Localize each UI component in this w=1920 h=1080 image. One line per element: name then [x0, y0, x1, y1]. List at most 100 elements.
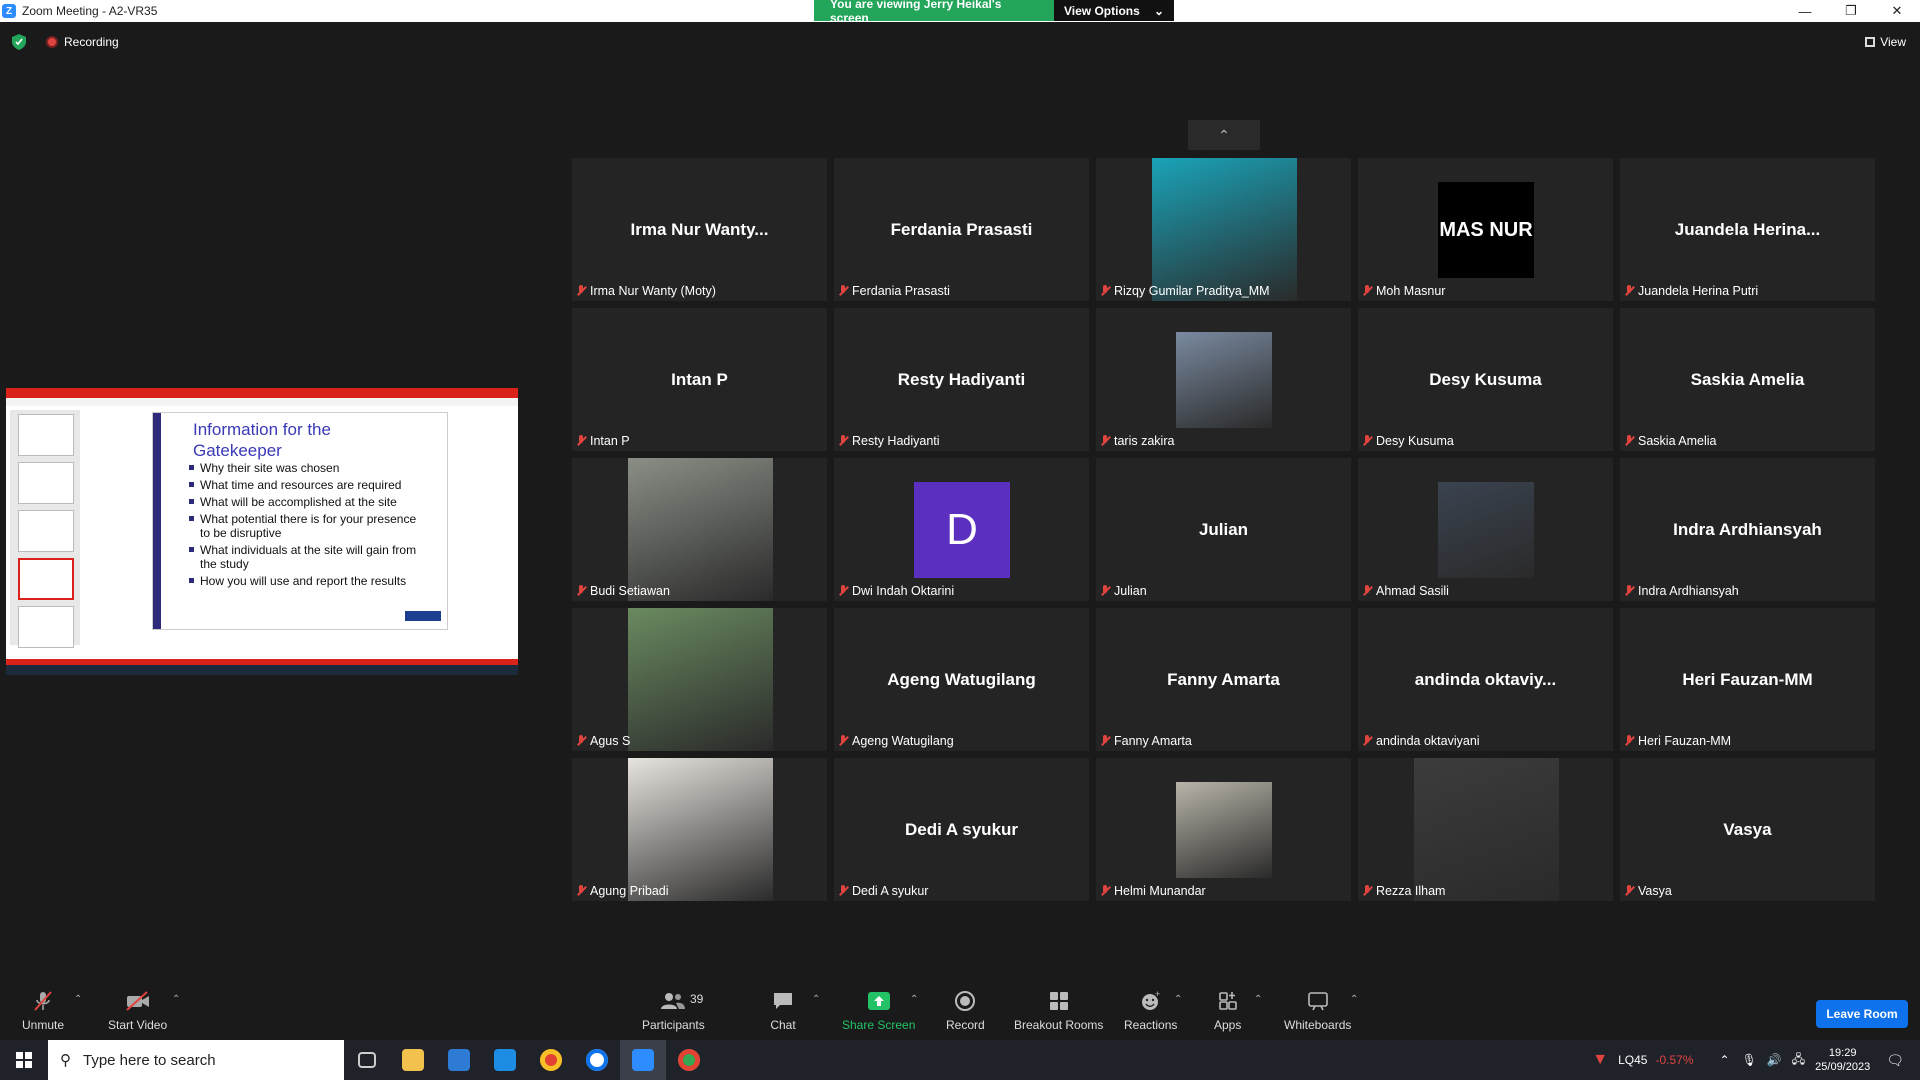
taskbar-search-box[interactable]: ⚲ Type here to search	[48, 1040, 344, 1080]
audio-options-chevron-icon[interactable]: ⌃	[74, 994, 82, 1005]
clock-time: 19:29	[1828, 1047, 1857, 1059]
reactions-chevron-icon[interactable]: ⌃	[1174, 994, 1182, 1005]
microphone-muted-icon	[30, 990, 56, 1012]
unmute-button[interactable]: Unmute	[22, 990, 64, 1032]
apps-button[interactable]: Apps	[1214, 990, 1241, 1032]
participant-name: Ahmad Sasili	[1376, 584, 1449, 598]
ticker-change: -0.57%	[1655, 1053, 1694, 1067]
participant-photo	[1414, 758, 1559, 901]
participant-tile[interactable]: taris zakira	[1096, 308, 1351, 451]
participant-tile[interactable]: Budi Setiawan	[572, 458, 827, 601]
security-shield-icon[interactable]	[12, 34, 26, 50]
file-explorer-button[interactable]	[390, 1040, 436, 1080]
windows-start-button[interactable]	[0, 1040, 48, 1080]
apps-label: Apps	[1214, 1018, 1242, 1032]
participant-tile[interactable]: Desy Kusuma Desy Kusuma	[1358, 308, 1613, 451]
task-view-button[interactable]	[344, 1040, 390, 1080]
participant-tile[interactable]: Ageng Watugilang Ageng Watugilang	[834, 608, 1089, 751]
participant-name: Ageng Watugilang	[852, 734, 954, 748]
participant-tile[interactable]: Heri Fauzan-MM Heri Fauzan-MM	[1620, 608, 1875, 751]
start-video-button[interactable]: Start Video	[108, 990, 167, 1032]
microphone-icon[interactable]: 🎙	[1742, 1053, 1757, 1067]
participant-tile[interactable]: Fanny Amarta Fanny Amarta	[1096, 608, 1351, 751]
share-screen-button[interactable]: Share Screen	[842, 990, 915, 1032]
participant-tile[interactable]: Resty Hadiyanti Resty Hadiyanti	[834, 308, 1089, 451]
muted-mic-icon	[838, 435, 848, 447]
participant-tile[interactable]: Saskia Amelia Saskia Amelia	[1620, 308, 1875, 451]
participant-tile[interactable]: Indra Ardhiansyah Indra Ardhiansyah	[1620, 458, 1875, 601]
participant-tile[interactable]: Ahmad Sasili	[1358, 458, 1613, 601]
participant-tile[interactable]: Dedi A syukur Dedi A syukur	[834, 758, 1089, 901]
participant-name: Agung Pribadi	[590, 884, 669, 898]
participant-tile[interactable]: Rezza Ilham	[1358, 758, 1613, 901]
participant-tile[interactable]: Rizqy Gumilar Praditya_MM	[1096, 158, 1351, 301]
view-options-label: View Options	[1064, 3, 1140, 18]
minimize-button[interactable]: —	[1782, 0, 1828, 22]
svg-text:+: +	[1155, 990, 1160, 999]
participant-tile[interactable]: Agung Pribadi	[572, 758, 827, 901]
participant-tile[interactable]: MAS NUR Moh Masnur	[1358, 158, 1613, 301]
view-button[interactable]: View	[1865, 35, 1906, 49]
apps-chevron-icon[interactable]: ⌃	[1254, 994, 1262, 1005]
taskbar-clock[interactable]: 19:29 25/09/2023	[1815, 1046, 1870, 1074]
breakout-rooms-button[interactable]: Breakout Rooms	[1014, 990, 1103, 1032]
chrome-button[interactable]	[528, 1040, 574, 1080]
chrome-profile-button[interactable]	[666, 1040, 712, 1080]
chat-options-chevron-icon[interactable]: ⌃	[812, 994, 820, 1005]
store-button[interactable]	[436, 1040, 482, 1080]
chat-button[interactable]: Chat	[770, 990, 796, 1032]
slide-bullet: Why their site was chosen	[189, 461, 429, 475]
ppt-title-ribbon	[6, 388, 518, 398]
muted-mic-icon	[1624, 885, 1634, 897]
participant-tile[interactable]: Julian Julian	[1096, 458, 1351, 601]
participant-name-tag: Helmi Munandar	[1100, 883, 1206, 899]
participant-tile[interactable]: Helmi Munandar	[1096, 758, 1351, 901]
participant-tile[interactable]: Vasya Vasya	[1620, 758, 1875, 901]
participant-avatar-letter: D	[914, 482, 1010, 578]
close-button[interactable]: ✕	[1874, 0, 1920, 22]
participant-tile[interactable]: andinda oktaviy... andinda oktaviyani	[1358, 608, 1613, 751]
muted-mic-icon	[576, 585, 586, 597]
participant-tile[interactable]: Juandela Herina... Juandela Herina Putri	[1620, 158, 1875, 301]
reactions-button[interactable]: + Reactions	[1124, 990, 1177, 1032]
mail-icon	[494, 1049, 516, 1071]
whiteboards-chevron-icon[interactable]: ⌃	[1350, 994, 1358, 1005]
shared-screen[interactable]: Information for the Gatekeeper Why their…	[6, 388, 518, 675]
participant-tile[interactable]: Intan P Intan P	[572, 308, 827, 451]
mail-button[interactable]	[482, 1040, 528, 1080]
participant-display-name: Ageng Watugilang	[887, 669, 1036, 689]
leave-room-button[interactable]: Leave Room	[1816, 1000, 1908, 1028]
participant-photo	[628, 458, 773, 601]
collapse-gallery-button[interactable]: ⌃	[1188, 120, 1260, 150]
clock-date: 25/09/2023	[1815, 1061, 1871, 1073]
unmute-label: Unmute	[22, 1018, 65, 1032]
record-button[interactable]: Record	[946, 990, 985, 1032]
chat-bubble-icon	[770, 990, 796, 1012]
share-options-chevron-icon[interactable]: ⌃	[910, 994, 918, 1005]
network-icon[interactable]: 🖧	[1792, 1050, 1805, 1071]
whiteboards-button[interactable]: Whiteboards	[1284, 990, 1351, 1032]
muted-mic-icon	[1362, 435, 1372, 447]
system-tray: ▼ LQ45 -0.57% ⌃ 🎙 🔊 🖧 19:29 25/09/2023 🗨	[1592, 1040, 1920, 1080]
recording-indicator[interactable]: Recording	[46, 35, 119, 49]
notifications-icon[interactable]: 🗨	[1886, 1052, 1904, 1069]
participant-name-tag: andinda oktaviyani	[1362, 733, 1480, 749]
participant-photo	[1176, 782, 1272, 878]
participant-tile[interactable]: Ferdania Prasasti Ferdania Prasasti	[834, 158, 1089, 301]
participant-tile[interactable]: D Dwi Indah Oktarini	[834, 458, 1089, 601]
zoom-taskbar-button[interactable]	[620, 1040, 666, 1080]
view-options-button[interactable]: View Options ⌄	[1054, 0, 1174, 21]
video-options-chevron-icon[interactable]: ⌃	[172, 994, 180, 1005]
teamviewer-button[interactable]	[574, 1040, 620, 1080]
muted-mic-icon	[838, 735, 848, 747]
ppt-slide: Information for the Gatekeeper Why their…	[152, 412, 448, 630]
participant-tile[interactable]: Agus S	[572, 608, 827, 751]
tray-chevron-icon[interactable]: ⌃	[1720, 1053, 1730, 1067]
muted-mic-icon	[1362, 735, 1372, 747]
search-icon: ⚲	[60, 1052, 71, 1069]
speaker-icon[interactable]: 🔊	[1767, 1053, 1782, 1067]
muted-mic-icon	[1100, 585, 1110, 597]
maximize-button[interactable]: ❐	[1828, 0, 1874, 22]
zoom-logo-icon: Z	[2, 4, 16, 18]
participant-tile[interactable]: Irma Nur Wanty... Irma Nur Wanty (Moty)	[572, 158, 827, 301]
